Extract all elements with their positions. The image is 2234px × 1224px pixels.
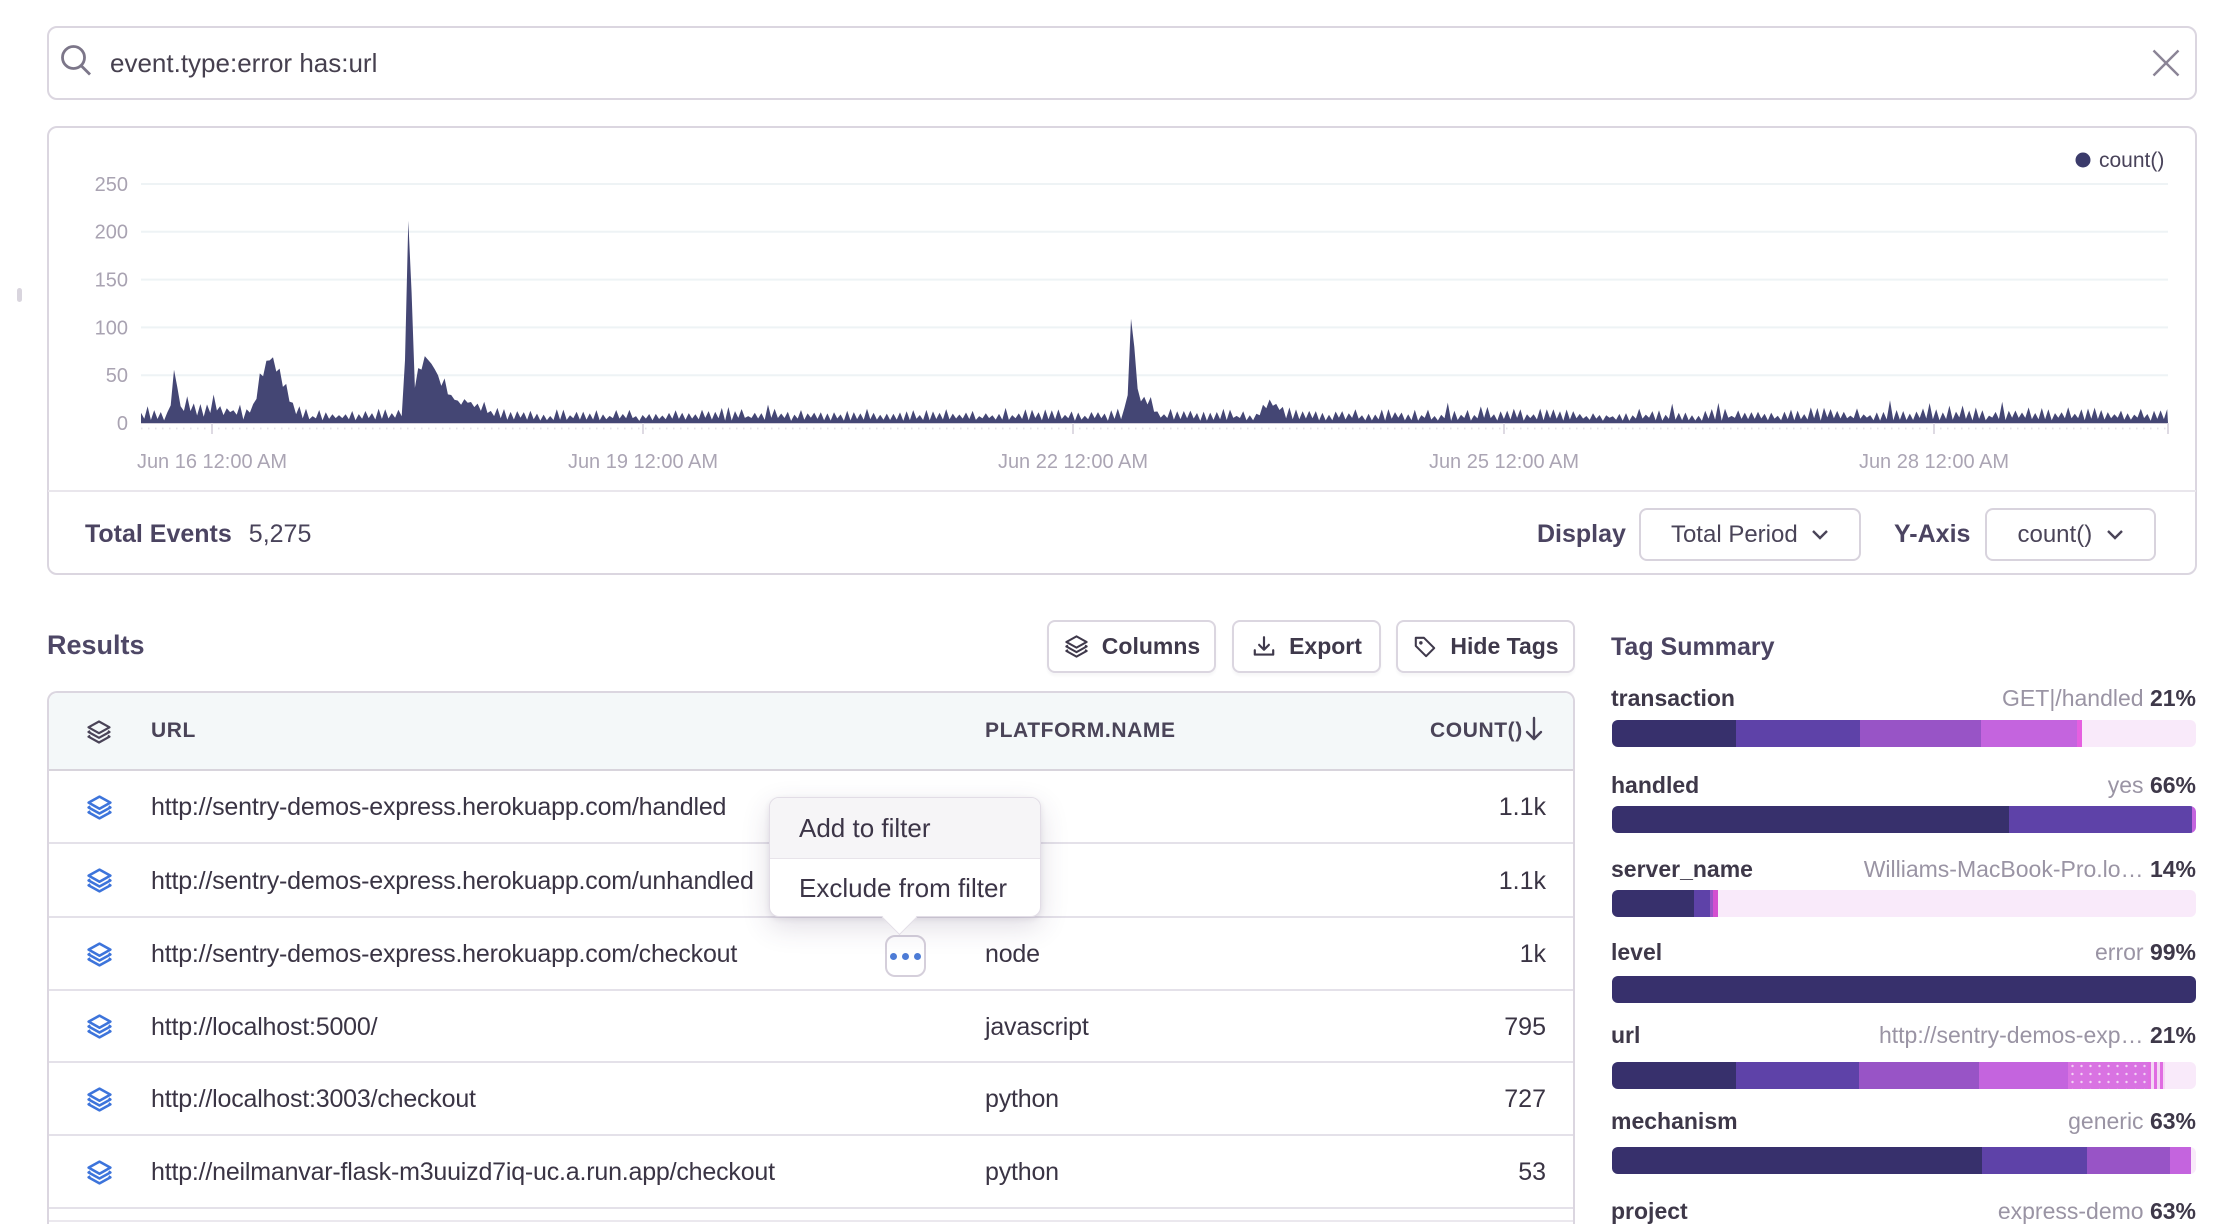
svg-text:250: 250 (95, 174, 128, 196)
svg-text:200: 200 (95, 222, 128, 244)
svg-text:Jun 22 12:00 AM: Jun 22 12:00 AM (998, 451, 1148, 473)
svg-text:50: 50 (106, 365, 128, 387)
svg-text:Jun 28 12:00 AM: Jun 28 12:00 AM (1859, 451, 2009, 473)
svg-text:100: 100 (95, 318, 128, 340)
svg-text:count(): count() (2099, 149, 2164, 172)
svg-text:Jun 16 12:00 AM: Jun 16 12:00 AM (137, 451, 287, 473)
svg-text:0: 0 (117, 413, 128, 435)
svg-text:Jun 19 12:00 AM: Jun 19 12:00 AM (568, 451, 718, 473)
svg-text:150: 150 (95, 270, 128, 292)
svg-text:Jun 25 12:00 AM: Jun 25 12:00 AM (1429, 451, 1579, 473)
